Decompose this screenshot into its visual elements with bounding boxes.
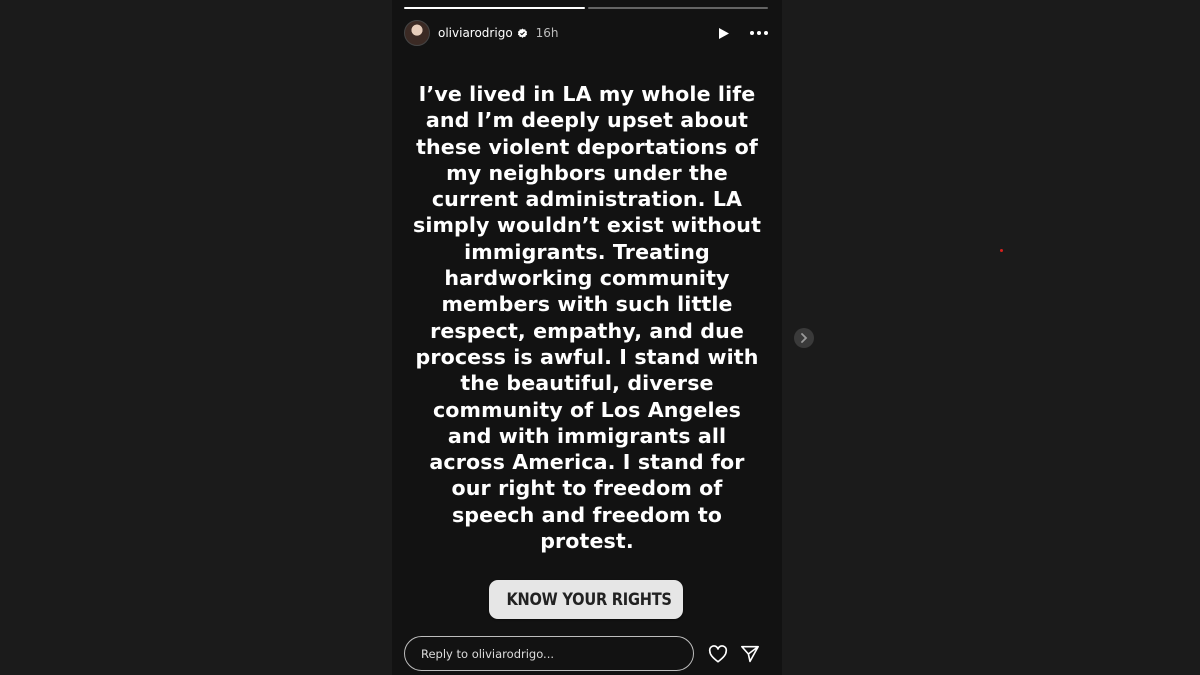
play-icon[interactable]: [718, 27, 730, 40]
heart-icon[interactable]: [708, 645, 728, 667]
reply-input[interactable]: Reply to oliviarodrigo...: [404, 636, 694, 671]
progress-fill: [404, 7, 585, 9]
link-sticker[interactable]: KNOW YOUR RIGHTS: [489, 580, 683, 619]
story-progress-bar: [404, 7, 768, 9]
send-icon[interactable]: [740, 645, 760, 667]
link-sticker-label: KNOW YOUR RIGHTS: [506, 589, 672, 610]
story-text: I’ve lived in LA my whole life and I’m d…: [412, 82, 762, 554]
username[interactable]: oliviarodrigo: [438, 26, 513, 40]
avatar[interactable]: [404, 20, 430, 46]
story-viewer: oliviarodrigo 16h I’ve lived in LA my wh…: [392, 0, 782, 675]
header-actions: [718, 27, 768, 40]
chevron-right-icon: [801, 333, 808, 343]
red-dot: [1000, 249, 1003, 252]
verified-badge-icon: [517, 28, 527, 38]
timestamp: 16h: [535, 26, 559, 40]
progress-segment: [404, 7, 585, 9]
more-horizontal-icon[interactable]: [750, 31, 768, 35]
next-story-button[interactable]: [794, 328, 814, 348]
story-header: oliviarodrigo 16h: [404, 20, 768, 46]
progress-segment: [587, 7, 768, 9]
